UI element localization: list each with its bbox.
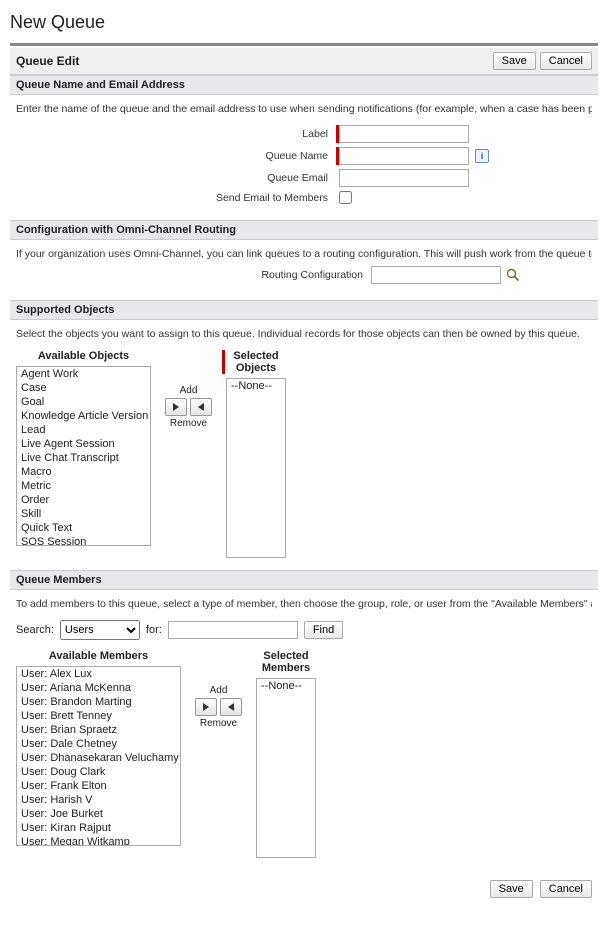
list-item[interactable]: Agent Work	[17, 367, 150, 381]
label-label: Label	[16, 128, 336, 140]
list-item[interactable]: --None--	[257, 679, 315, 693]
list-item[interactable]: --None--	[227, 379, 285, 393]
edit-bar: Queue Edit Save Cancel	[10, 48, 598, 75]
queue-name-label: Queue Name	[16, 150, 336, 162]
list-item[interactable]: Knowledge Article Version	[17, 409, 150, 423]
available-objects-title: Available Objects	[16, 350, 151, 362]
list-item[interactable]: Macro	[17, 465, 150, 479]
divider	[10, 43, 598, 46]
available-objects-list[interactable]: Agent WorkCaseGoalKnowledge Article Vers…	[16, 366, 151, 546]
list-item[interactable]: User: Brandon Marting	[17, 695, 180, 709]
save-button-top[interactable]: Save	[493, 52, 536, 70]
list-item[interactable]: User: Joe Burket	[17, 807, 180, 821]
selected-objects-title: Selected Objects	[226, 350, 286, 374]
selected-objects-list[interactable]: --None--	[226, 378, 286, 558]
add-label: Add	[161, 385, 216, 396]
list-item[interactable]: Quick Text	[17, 521, 150, 535]
list-item[interactable]: Live Agent Session	[17, 437, 150, 451]
remove-member-button[interactable]	[220, 698, 242, 716]
list-item[interactable]: User: Ariana McKenna	[17, 681, 180, 695]
list-item[interactable]: User: Frank Elton	[17, 779, 180, 793]
cancel-button-top[interactable]: Cancel	[540, 52, 592, 70]
omni-intro: If your organization uses Omni-Channel, …	[16, 248, 592, 260]
add-object-button[interactable]	[165, 398, 187, 416]
save-button-bottom[interactable]: Save	[490, 880, 533, 898]
section-header-supported: Supported Objects	[10, 300, 598, 320]
find-button[interactable]: Find	[304, 621, 343, 639]
search-type-select[interactable]: Users	[60, 620, 140, 640]
list-item[interactable]: Lead	[17, 423, 150, 437]
selected-members-list[interactable]: --None--	[256, 678, 316, 858]
send-email-checkbox[interactable]	[339, 191, 352, 204]
page-title: New Queue	[10, 12, 598, 33]
remove-label: Remove	[161, 418, 216, 429]
section-header-omni: Configuration with Omni-Channel Routing	[10, 220, 598, 240]
search-for-input[interactable]	[168, 621, 298, 639]
list-item[interactable]: Live Chat Transcript	[17, 451, 150, 465]
section-header-members: Queue Members	[10, 570, 598, 590]
list-item[interactable]: User: Doug Clark	[17, 765, 180, 779]
list-item[interactable]: Goal	[17, 395, 150, 409]
supported-intro: Select the objects you want to assign to…	[16, 328, 592, 340]
add-label: Add	[191, 685, 246, 696]
list-item[interactable]: User: Brian Spraetz	[17, 723, 180, 737]
lookup-icon[interactable]	[505, 267, 521, 283]
list-item[interactable]: User: Megan Witkamp	[17, 835, 180, 846]
list-item[interactable]: Skill	[17, 507, 150, 521]
remove-object-button[interactable]	[190, 398, 212, 416]
routing-config-label: Routing Configuration	[16, 269, 371, 281]
list-item[interactable]: User: Kiran Rajput	[17, 821, 180, 835]
label-input[interactable]	[339, 125, 469, 143]
list-item[interactable]: User: Dhanasekaran Veluchamy	[17, 751, 180, 765]
list-item[interactable]: User: Alex Lux	[17, 667, 180, 681]
list-item[interactable]: Case	[17, 381, 150, 395]
selected-objects-title-text: Selected Objects	[233, 350, 278, 374]
info-icon[interactable]: i	[475, 149, 489, 163]
name-email-intro: Enter the name of the queue and the emai…	[16, 103, 592, 115]
list-item[interactable]: Order	[17, 493, 150, 507]
search-label: Search:	[16, 624, 54, 636]
list-item[interactable]: Metric	[17, 479, 150, 493]
for-label: for:	[146, 624, 162, 636]
cancel-button-bottom[interactable]: Cancel	[540, 880, 592, 898]
add-member-button[interactable]	[195, 698, 217, 716]
list-item[interactable]: User: Harish V	[17, 793, 180, 807]
list-item[interactable]: SOS Session	[17, 535, 150, 546]
send-email-label: Send Email to Members	[16, 192, 336, 204]
section-header-name-email: Queue Name and Email Address	[10, 75, 598, 95]
list-item[interactable]: User: Brett Tenney	[17, 709, 180, 723]
queue-email-input[interactable]	[339, 169, 469, 187]
selected-members-title: Selected Members	[256, 650, 316, 674]
available-members-title: Available Members	[16, 650, 181, 662]
queue-name-input[interactable]	[339, 147, 469, 165]
remove-label: Remove	[191, 718, 246, 729]
routing-config-input[interactable]	[371, 266, 501, 284]
list-item[interactable]: User: Dale Chetney	[17, 737, 180, 751]
queue-email-label: Queue Email	[16, 172, 336, 184]
edit-bar-title: Queue Edit	[16, 54, 493, 68]
members-intro: To add members to this queue, select a t…	[16, 598, 592, 610]
available-members-list[interactable]: User: Alex LuxUser: Ariana McKennaUser: …	[16, 666, 181, 846]
